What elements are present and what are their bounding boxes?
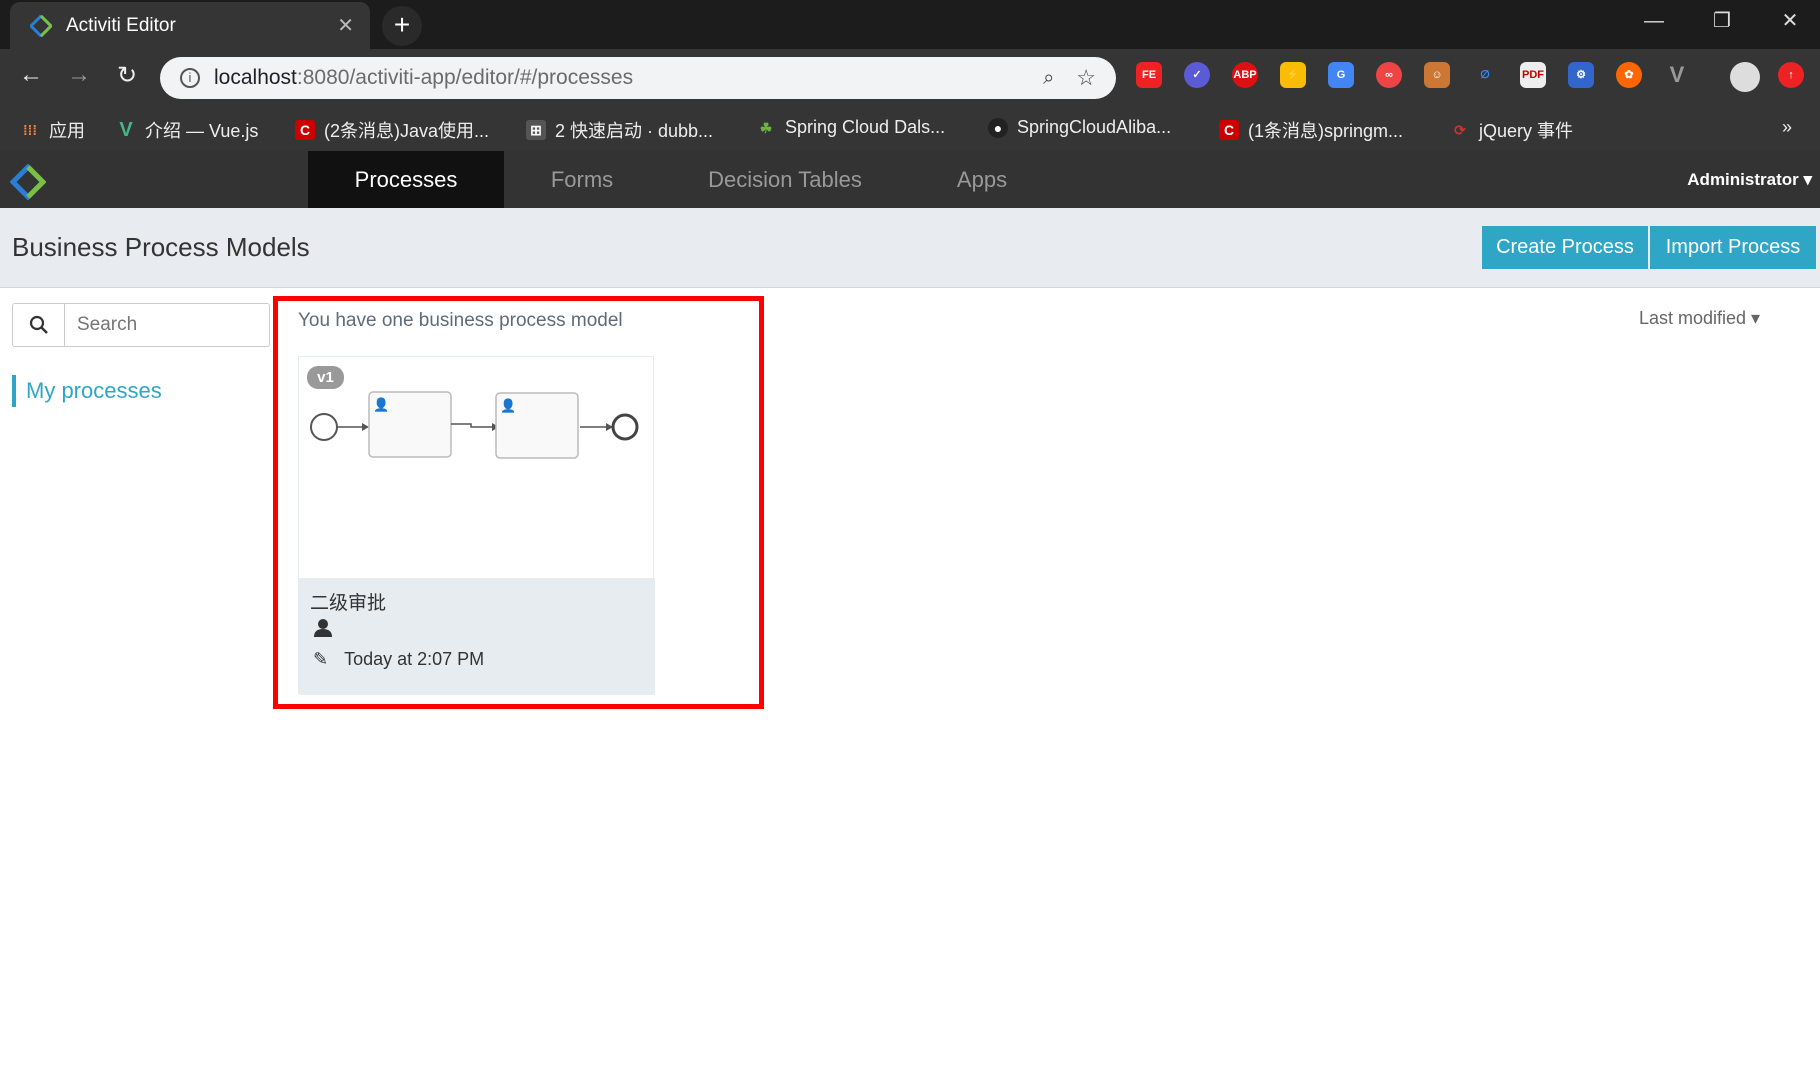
bookmark-github[interactable]: ● SpringCloudAliba...	[988, 117, 1171, 138]
tab-forms[interactable]: Forms	[504, 151, 660, 208]
check-extension-icon[interactable]: ✓	[1184, 62, 1210, 88]
info-icon[interactable]: i	[180, 68, 200, 88]
new-tab-button[interactable]: +	[382, 6, 422, 46]
model-name: 二级审批	[310, 593, 387, 614]
bookmark-jquery[interactable]: ⟳ jQuery 事件	[1450, 117, 1573, 143]
activiti-logo-icon	[30, 14, 52, 37]
vue-devtools-icon[interactable]: V	[1664, 62, 1690, 88]
leaf-extension-icon[interactable]: ∅	[1472, 62, 1498, 88]
adblock-extension-icon[interactable]: ABP	[1232, 62, 1258, 88]
user-task-icon: 👤	[500, 398, 516, 413]
url-bar[interactable]: i localhost :8080/activiti-app/editor/#/…	[160, 57, 1116, 99]
bookmark-csdn-spring[interactable]: C (1条消息)springm...	[1219, 117, 1403, 143]
update-icon[interactable]: ↑	[1778, 62, 1804, 88]
browser-tab-bar: Activiti Editor ✕ + — ❐ ✕	[0, 0, 1820, 49]
bookmark-vue[interactable]: V 介绍 — Vue.js	[116, 117, 258, 143]
bolt-extension-icon[interactable]: ⚡	[1280, 62, 1306, 88]
back-icon[interactable]: ←	[14, 61, 48, 89]
close-window-button[interactable]: ✕	[1756, 0, 1820, 44]
import-process-button[interactable]: Import Process	[1650, 226, 1816, 269]
filter-my-processes[interactable]: My processes	[12, 375, 162, 407]
app-navbar: Processes Forms Decision Tables Apps	[0, 151, 1820, 208]
card-footer: 二级审批 ✎ Today at 2:07 PM	[299, 578, 655, 695]
tab-title: Activiti Editor	[66, 14, 176, 36]
github-icon: ●	[988, 117, 1008, 138]
browser-tab[interactable]: Activiti Editor ✕	[10, 2, 370, 49]
spring-icon: ☘	[759, 119, 773, 136]
activiti-logo-icon[interactable]	[10, 164, 46, 200]
translate-extension-icon[interactable]: G	[1328, 62, 1354, 88]
search-input[interactable]	[65, 304, 265, 346]
tab-apps[interactable]: Apps	[920, 151, 1044, 208]
end-event	[611, 413, 639, 441]
tampermonkey-extension-icon[interactable]: ☺	[1424, 62, 1450, 88]
zoom-icon[interactable]: ⌕	[1043, 67, 1054, 90]
user-menu[interactable]: Administrator ▾	[1687, 170, 1812, 190]
minimize-button[interactable]: —	[1620, 0, 1688, 44]
search-icon	[13, 304, 65, 346]
modified-date: Today at 2:07 PM	[344, 649, 485, 669]
sort-dropdown[interactable]: Last modified ▾	[1639, 308, 1760, 329]
process-model-card[interactable]: v1 👤 👤 二级审批 ✎ Today at 2:07 PM	[298, 356, 655, 695]
user-icon	[313, 618, 333, 643]
user-task-icon: 👤	[373, 397, 389, 412]
ubuntu-extension-icon[interactable]: ✿	[1616, 62, 1642, 88]
bookmarks-more[interactable]: »	[1782, 117, 1792, 138]
bookmark-dubbo[interactable]: ⊞ 2 快速启动 · dubb...	[526, 117, 713, 143]
pdf-extension-icon[interactable]: PDF	[1520, 62, 1546, 88]
book-icon: ⊞	[526, 120, 546, 140]
search-box	[12, 303, 270, 347]
bookmark-star-icon[interactable]: ☆	[1076, 65, 1096, 91]
vue-icon: V	[119, 119, 133, 141]
bookmark-csdn-java[interactable]: C (2条消息)Java使用...	[295, 117, 489, 143]
bookmark-apps[interactable]: ⁞⁞⁞ 应用	[20, 117, 85, 143]
csdn-icon: C	[295, 120, 315, 140]
page-title: Business Process Models	[12, 232, 310, 262]
bookmarks-bar: ⁞⁞⁞ 应用 V 介绍 — Vue.js C (2条消息)Java使用... ⊞ 2 快…	[0, 107, 1820, 151]
bookmark-spring-cloud[interactable]: ☘ Spring Cloud Dals...	[756, 117, 945, 138]
dev-extension-icon[interactable]: ⚙	[1568, 62, 1594, 88]
reload-icon[interactable]: ↻	[110, 61, 144, 90]
address-bar-row: ← → ↻ i localhost :8080/activiti-app/edi…	[0, 49, 1820, 107]
infinity-extension-icon[interactable]: ∞	[1376, 62, 1402, 88]
create-process-button[interactable]: Create Process	[1482, 226, 1648, 269]
apps-grid-icon: ⁞⁞⁞	[23, 122, 37, 138]
profile-avatar[interactable]	[1730, 62, 1760, 92]
start-event	[310, 413, 338, 441]
fe-extension-icon[interactable]: FE	[1136, 62, 1162, 88]
url-path: :8080/activiti-app/editor/#/processes	[296, 66, 634, 89]
tab-decision-tables[interactable]: Decision Tables	[680, 151, 890, 208]
model-count-text: You have one business process model	[298, 310, 623, 331]
restore-button[interactable]: ❐	[1688, 0, 1756, 44]
pencil-icon: ✎	[313, 649, 329, 669]
url-host: localhost	[214, 66, 297, 89]
forward-icon[interactable]: →	[62, 61, 96, 89]
tab-processes[interactable]: Processes	[308, 151, 504, 208]
close-tab-icon[interactable]: ✕	[337, 13, 354, 38]
csdn-icon: C	[1219, 120, 1239, 140]
jquery-icon: ⟳	[1454, 122, 1466, 138]
process-diagram-thumbnail: 👤 👤	[310, 391, 639, 459]
